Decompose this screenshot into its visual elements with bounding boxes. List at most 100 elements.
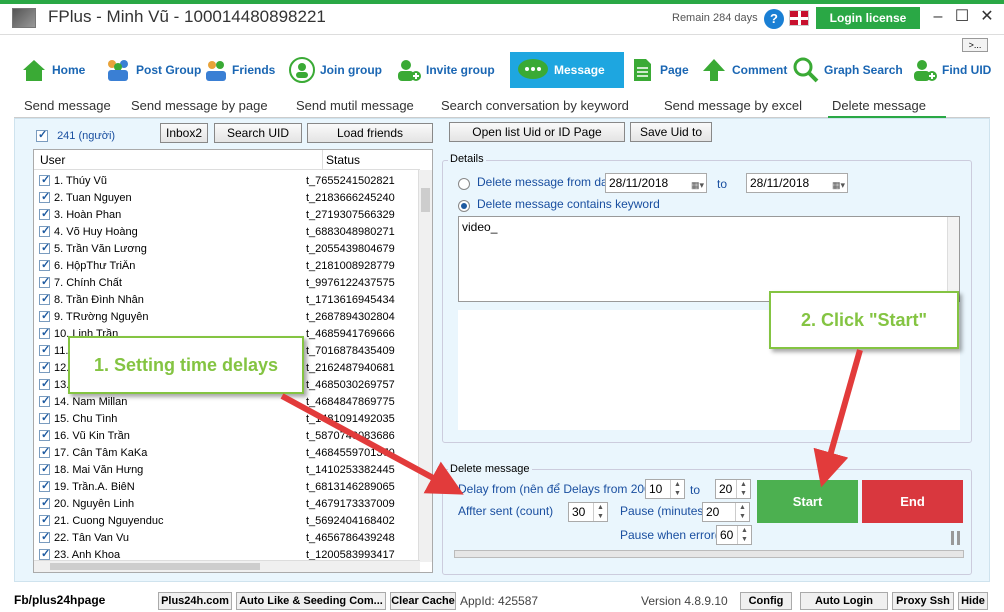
tab-send-by-page[interactable]: Send message by page (131, 98, 268, 113)
plus24h-button[interactable]: Plus24h.com (158, 592, 232, 610)
row-checkbox[interactable] (39, 241, 50, 254)
row-checkbox[interactable] (39, 445, 50, 458)
radio-contains-keyword[interactable] (458, 198, 470, 212)
table-row[interactable]: 14. Nam Millan t_4684847869775 (34, 393, 418, 410)
row-checkbox[interactable] (39, 207, 50, 220)
end-button[interactable]: End (862, 480, 963, 523)
nav-comment[interactable]: Comment (700, 52, 787, 88)
pause-icon[interactable] (950, 531, 962, 545)
nav-page[interactable]: Page (628, 52, 689, 88)
proxy-ssh-button[interactable]: Proxy Ssh (892, 592, 954, 610)
table-row[interactable]: 2. Tuan Nguyen t_2183666245240 (34, 189, 418, 206)
spinner-icon[interactable]: ▲ ▼ (737, 526, 751, 544)
auto-like-button[interactable]: Auto Like & Seeding Com... (236, 592, 386, 610)
row-checkbox[interactable] (39, 462, 50, 475)
nav-friends[interactable]: Friends (204, 52, 275, 88)
nav-post-group[interactable]: Post Group (104, 52, 201, 88)
to-date-picker[interactable]: 28/11/2018 ▦▾ (746, 173, 848, 193)
save-uid-button[interactable]: Save Uid to (630, 122, 712, 142)
row-checkbox[interactable] (39, 479, 50, 492)
row-checkbox[interactable] (39, 547, 50, 560)
spinner-icon[interactable]: ▲ ▼ (593, 503, 607, 521)
nav-join-group[interactable]: Join group (288, 52, 382, 88)
help-icon[interactable]: ? (764, 9, 784, 29)
login-license-button[interactable]: Login license (816, 7, 920, 29)
inbox2-button[interactable]: Inbox2 (160, 123, 208, 143)
more-button[interactable]: >... (962, 38, 988, 52)
spinner-icon[interactable]: ▲ ▼ (736, 480, 750, 498)
row-checkbox[interactable] (39, 275, 50, 288)
spinner-icon[interactable]: ▲ ▼ (735, 503, 749, 521)
table-row[interactable]: 21. Cuong Nguyenduc t_5692404168402 (34, 512, 418, 529)
tab-send-mutil[interactable]: Send mutil message (296, 98, 414, 113)
minimize-button[interactable]: – (925, 6, 951, 28)
tab-send-by-excel[interactable]: Send message by excel (664, 98, 802, 113)
row-checkbox[interactable] (39, 513, 50, 526)
table-row[interactable]: 9. TRường Nguyễn t_2687894302804 (34, 308, 418, 325)
clear-cache-button[interactable]: Clear Cache (390, 592, 456, 610)
nav-invite-group[interactable]: Invite group (394, 52, 495, 88)
open-list-button[interactable]: Open list Uid or ID Page (449, 122, 625, 142)
delay-from-input[interactable]: 10 ▲ ▼ (645, 479, 685, 499)
config-button[interactable]: Config (740, 592, 792, 610)
maximize-button[interactable]: ☐ (949, 6, 975, 28)
row-checkbox[interactable] (39, 309, 50, 322)
table-row[interactable]: 20. Nguyễn Linh t_4679173337009 (34, 495, 418, 512)
after-sent-input[interactable]: 30 ▲ ▼ (568, 502, 608, 522)
uk-flag-icon[interactable] (789, 10, 809, 26)
radio-from-date[interactable] (458, 176, 470, 190)
table-row[interactable]: 3. Hoàn Phan t_2719307566329 (34, 206, 418, 223)
row-checkbox[interactable] (39, 224, 50, 237)
row-checkbox[interactable] (39, 292, 50, 305)
footer-fb-link[interactable]: Fb/plus24hpage (14, 593, 105, 607)
tab-delete-message[interactable]: Delete message (832, 98, 926, 113)
nav-message[interactable]: Message (510, 52, 624, 88)
row-checkbox[interactable] (39, 496, 50, 509)
table-row[interactable]: 8. Trần Đình Nhân t_1713616945434 (34, 291, 418, 308)
table-row[interactable]: 19. Trần.A. BiêN t_6813146289065 (34, 478, 418, 495)
delay-to-input[interactable]: 20 ▲ ▼ (715, 479, 751, 499)
nav-find-uid[interactable]: Find UID (910, 52, 991, 88)
table-row[interactable]: 17. Cân Tâm KaKa t_4684559701370 (34, 444, 418, 461)
auto-login-button[interactable]: Auto Login (800, 592, 888, 610)
row-checkbox[interactable] (39, 377, 50, 390)
vertical-scrollbar[interactable] (418, 170, 432, 562)
tab-send-message[interactable]: Send message (24, 98, 111, 113)
hide-button[interactable]: Hide (958, 592, 988, 610)
row-checkbox[interactable] (39, 173, 50, 186)
table-row[interactable]: 7. Chính Chất t_9976122437575 (34, 274, 418, 291)
row-checkbox[interactable] (39, 343, 50, 356)
table-row[interactable]: 1. Thúy Vũ t_7655241502821 (34, 172, 418, 189)
table-row[interactable]: 6. HộpThư TriÂn t_2181008928779 (34, 257, 418, 274)
row-checkbox[interactable] (39, 428, 50, 441)
load-friends-button[interactable]: Load friends (307, 123, 433, 143)
keyword-textarea[interactable]: video_ (458, 216, 960, 302)
select-all-checkbox[interactable] (36, 128, 48, 143)
row-checkbox[interactable] (39, 360, 50, 373)
start-button[interactable]: Start (757, 480, 858, 523)
table-row[interactable]: 16. Vũ Kin Trần t_5870740083686 (34, 427, 418, 444)
pause-input[interactable]: 20 ▲ ▼ (702, 502, 750, 522)
table-row[interactable]: 18. Mai Văn Hưng t_1410253382445 (34, 461, 418, 478)
nav-home[interactable]: Home (20, 52, 85, 88)
row-checkbox[interactable] (39, 394, 50, 407)
row-checkbox[interactable] (39, 326, 50, 339)
tab-search-conversation[interactable]: Search conversation by keyword (441, 98, 629, 113)
row-checkbox[interactable] (39, 190, 50, 203)
row-checkbox[interactable] (39, 530, 50, 543)
row-checkbox[interactable] (39, 258, 50, 271)
column-status[interactable]: Status (326, 153, 360, 167)
table-row[interactable]: 22. Tân Van Vu t_4656786439248 (34, 529, 418, 546)
spinner-icon[interactable]: ▲ ▼ (670, 480, 684, 498)
table-row[interactable]: 4. Võ Huy Hoàng t_6883048980271 (34, 223, 418, 240)
row-checkbox[interactable] (39, 411, 50, 424)
pause-error-input[interactable]: 60 ▲ ▼ (716, 525, 752, 545)
close-button[interactable]: ✕ (974, 6, 1000, 28)
from-date-picker[interactable]: 28/11/2018 ▦▾ (605, 173, 707, 193)
table-row[interactable]: 5. Trần Văn Lương t_2055439804679 (34, 240, 418, 257)
select-all-row[interactable]: 241 (người) (36, 128, 115, 143)
search-uid-button[interactable]: Search UID (214, 123, 302, 143)
nav-graph-search[interactable]: Graph Search (792, 52, 903, 88)
table-row[interactable]: 15. Chu Tình t_1481091492035 (34, 410, 418, 427)
column-user[interactable]: User (40, 153, 65, 167)
